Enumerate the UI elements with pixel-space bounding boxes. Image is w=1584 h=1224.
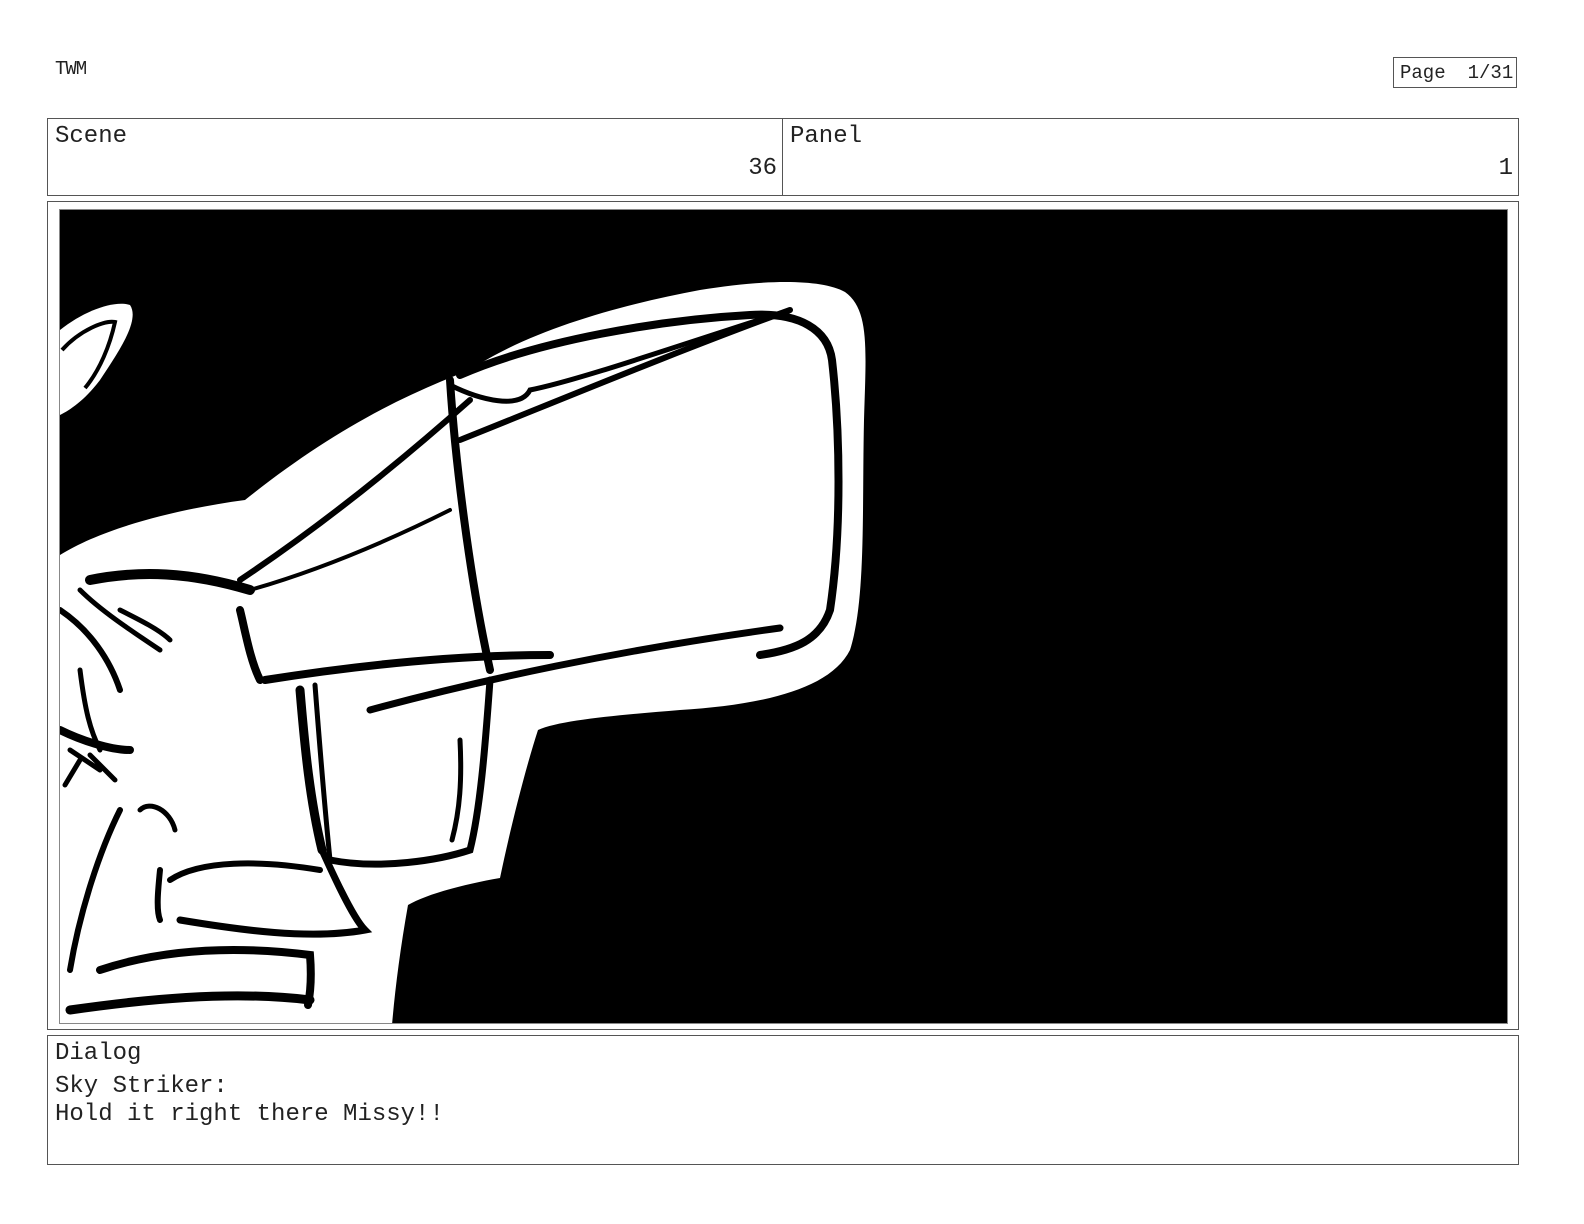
storyboard-drawing: [59, 209, 1508, 1024]
storyboard-panel-frame: [47, 201, 1519, 1030]
scene-number: 36: [748, 155, 777, 182]
dialog-speaker: Sky Striker:: [55, 1073, 228, 1100]
scene-cell: Scene 36: [48, 119, 783, 195]
scene-panel-header: Scene 36 Panel 1: [47, 118, 1519, 196]
page-number: 1/31: [1467, 61, 1514, 84]
dialog-box: Dialog Sky Striker: Hold it right there …: [47, 1035, 1519, 1165]
panel-label: Panel: [790, 123, 863, 150]
panel-number: 1: [1498, 155, 1513, 182]
panel-cell: Panel 1: [783, 119, 1518, 195]
scene-label: Scene: [55, 123, 128, 150]
dialog-text: Hold it right there Missy!!: [55, 1101, 444, 1128]
sketch-canvas: [60, 210, 1507, 1023]
page-indicator: Page 1/31: [1393, 57, 1517, 88]
page-label: Page: [1400, 61, 1446, 84]
project-title: TWM: [55, 58, 87, 80]
dialog-label: Dialog: [55, 1040, 142, 1067]
